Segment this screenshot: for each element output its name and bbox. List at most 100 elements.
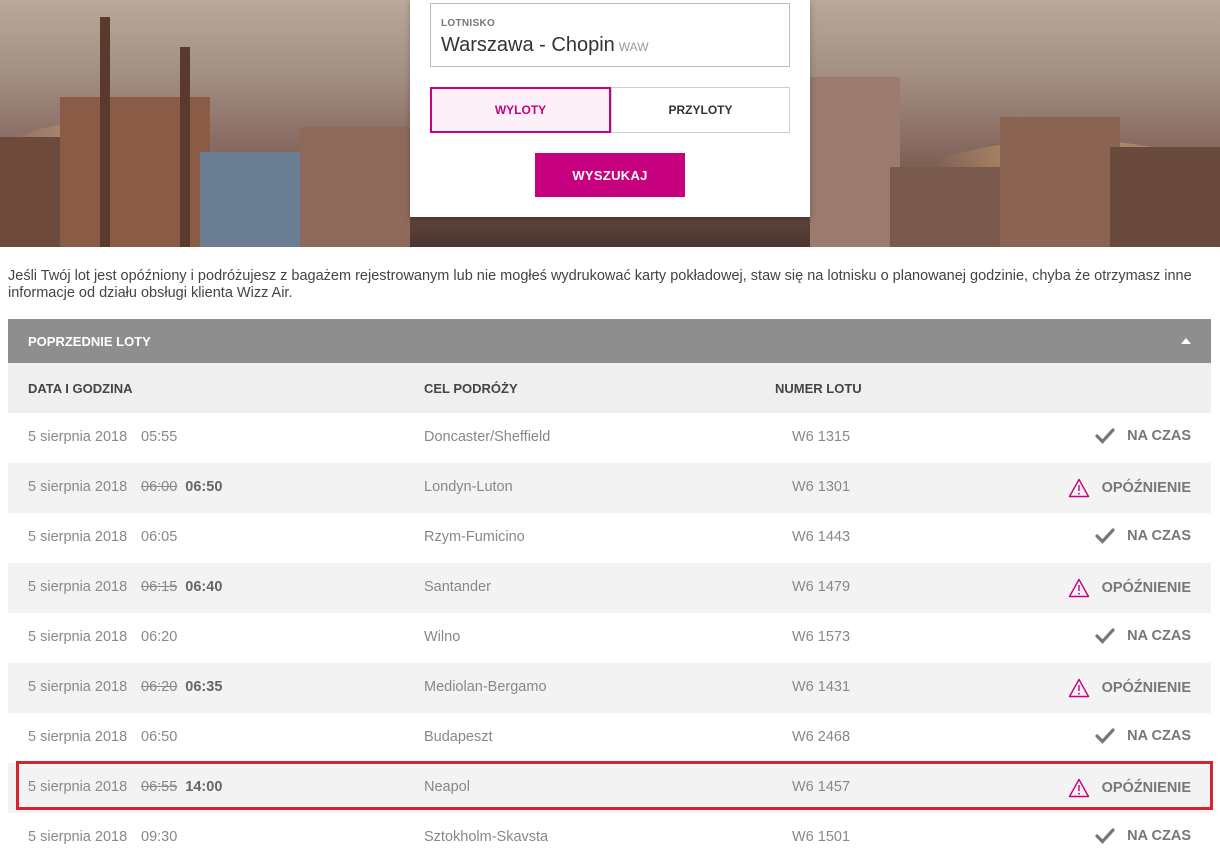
flight-destination: Wilno <box>424 629 461 645</box>
flight-number: W6 1479 <box>792 579 851 595</box>
table-header: DATA I GODZINA CEL PODRÓŻY NUMER LOTU <box>8 363 1211 413</box>
departures-tab[interactable]: WYLOTY <box>430 87 611 133</box>
flight-destination: Rzym-Fumicino <box>424 529 525 545</box>
status-label: NA CZAS <box>1127 528 1191 544</box>
flight-status: NA CZAS <box>1095 828 1191 844</box>
flight-date: 5 sierpnia 2018 <box>28 529 128 545</box>
status-label: OPÓŹNIENIE <box>1101 680 1191 696</box>
scheduled-time: 09:30 <box>141 829 178 845</box>
panel-title: POPRZEDNIE LOTY <box>28 333 151 349</box>
check-icon <box>1095 828 1115 844</box>
flight-date: 5 sierpnia 2018 <box>28 629 128 645</box>
search-card: LOTNISKO Warszawa - Chopin WAW WYLOTY PRZ… <box>410 0 810 217</box>
airport-value: Warszawa - Chopin WAW <box>441 34 649 57</box>
scheduled-time: 05:55 <box>141 429 178 445</box>
new-time: 06:50 <box>185 479 223 495</box>
table-row: 5 sierpnia 2018 06:15 06:40 Santander W6 147… <box>8 563 1211 613</box>
flight-status: NA CZAS <box>1095 728 1191 744</box>
scheduled-time: 06:15 <box>141 579 178 595</box>
flight-number: W6 1457 <box>792 779 851 795</box>
status-label: NA CZAS <box>1127 428 1191 444</box>
new-time: 06:35 <box>185 679 223 695</box>
airport-field[interactable]: LOTNISKO Warszawa - Chopin WAW <box>430 3 790 67</box>
new-time: 14:00 <box>185 779 223 795</box>
flight-number: W6 1431 <box>792 679 851 695</box>
warning-icon <box>1068 678 1090 698</box>
direction-toggle: WYLOTY PRZYLOTY <box>430 87 790 133</box>
flight-date: 5 sierpnia 2018 <box>28 479 128 495</box>
table-row: 5 sierpnia 2018 06:20 06:35 Mediolan-Bergam… <box>8 663 1211 713</box>
flight-number: W6 1443 <box>792 529 851 545</box>
flight-date: 5 sierpnia 2018 <box>28 829 128 845</box>
airport-name: Warszawa - Chopin <box>441 34 615 56</box>
flight-destination: Neapol <box>424 779 470 795</box>
flight-destination: Sztokholm-Skavsta <box>424 829 549 845</box>
flight-time: 06:20 06:35 <box>141 679 222 695</box>
flight-time: 06:05 <box>141 529 177 545</box>
flight-number: W6 1301 <box>792 479 851 495</box>
scheduled-time: 06:55 <box>141 779 178 795</box>
flight-date: 5 sierpnia 2018 <box>28 779 128 795</box>
flight-date: 5 sierpnia 2018 <box>28 729 128 745</box>
check-icon <box>1095 628 1115 644</box>
search-button[interactable]: WYSZUKAJ <box>535 153 685 197</box>
table-row: 5 sierpnia 2018 06:50 Budapeszt W6 2468 NA C… <box>8 713 1211 763</box>
flight-time: 06:50 <box>141 729 177 745</box>
table-row: 5 sierpnia 2018 06:55 14:00 Neapol W6 1457 OP… <box>8 763 1211 813</box>
check-icon <box>1095 428 1115 444</box>
flight-date: 5 sierpnia 2018 <box>28 579 128 595</box>
flight-status: OPÓŹNIENIE <box>1068 678 1191 698</box>
flight-status: NA CZAS <box>1095 628 1191 644</box>
flight-status: OPÓŹNIENIE <box>1068 778 1191 798</box>
flight-time: 06:00 06:50 <box>141 479 222 495</box>
scheduled-time: 06:00 <box>141 479 178 495</box>
status-label: OPÓŹNIENIE <box>1101 780 1191 796</box>
scheduled-time: 06:20 <box>141 679 178 695</box>
flight-number: W6 1573 <box>792 629 851 645</box>
new-time: 06:40 <box>185 579 223 595</box>
flight-date: 5 sierpnia 2018 <box>28 429 128 445</box>
airport-label: LOTNISKO <box>441 18 496 29</box>
scheduled-time: 06:05 <box>141 529 178 545</box>
status-label: OPÓŹNIENIE <box>1101 480 1191 496</box>
scheduled-time: 06:20 <box>141 629 178 645</box>
flight-time: 06:15 06:40 <box>141 579 222 595</box>
flight-destination: Doncaster/Sheffield <box>424 429 551 445</box>
table-row: 5 sierpnia 2018 09:30 Sztokholm-Skavsta W6 … <box>8 813 1211 862</box>
flight-time: 06:55 14:00 <box>141 779 222 795</box>
flight-destination: Londyn-Luton <box>424 479 513 495</box>
warning-icon <box>1068 778 1090 798</box>
table-row: 5 sierpnia 2018 06:20 Wilno W6 1573 NA CZAS <box>8 613 1211 663</box>
arrivals-tab[interactable]: PRZYLOTY <box>611 87 790 133</box>
flight-status: OPÓŹNIENIE <box>1068 578 1191 598</box>
flight-status: NA CZAS <box>1095 428 1191 444</box>
flight-time: 09:30 <box>141 829 177 845</box>
flights-table-body: 5 sierpnia 2018 05:55 Doncaster/Sheffield W… <box>8 413 1211 862</box>
status-label: NA CZAS <box>1127 828 1191 844</box>
flight-number: W6 1315 <box>792 429 851 445</box>
status-label: NA CZAS <box>1127 728 1191 744</box>
collapse-caret-icon[interactable] <box>1181 338 1191 344</box>
column-date: DATA I GODZINA <box>28 381 133 396</box>
status-label: NA CZAS <box>1127 628 1191 644</box>
flight-status: NA CZAS <box>1095 528 1191 544</box>
warning-icon <box>1068 578 1090 598</box>
delay-notice: Jeśli Twój lot jest opóźniony i podróżuj… <box>8 268 1192 301</box>
column-destination: CEL PODRÓŻY <box>424 381 518 396</box>
flight-time: 05:55 <box>141 429 177 445</box>
check-icon <box>1095 528 1115 544</box>
flight-date: 5 sierpnia 2018 <box>28 679 128 695</box>
check-icon <box>1095 728 1115 744</box>
table-row: 5 sierpnia 2018 06:05 Rzym-Fumicino W6 1443… <box>8 513 1211 563</box>
flight-destination: Mediolan-Bergamo <box>424 679 547 695</box>
flight-status: OPÓŹNIENIE <box>1068 478 1191 498</box>
flight-time: 06:20 <box>141 629 177 645</box>
flight-destination: Santander <box>424 579 491 595</box>
flight-destination: Budapeszt <box>424 729 493 745</box>
column-flight-number: NUMER LOTU <box>775 381 862 396</box>
table-row: 5 sierpnia 2018 06:00 06:50 Londyn-Luton W6 … <box>8 463 1211 513</box>
scheduled-time: 06:50 <box>141 729 178 745</box>
airport-code: WAW <box>618 40 649 54</box>
panel-header[interactable]: POPRZEDNIE LOTY <box>8 319 1211 363</box>
status-label: OPÓŹNIENIE <box>1101 580 1191 596</box>
